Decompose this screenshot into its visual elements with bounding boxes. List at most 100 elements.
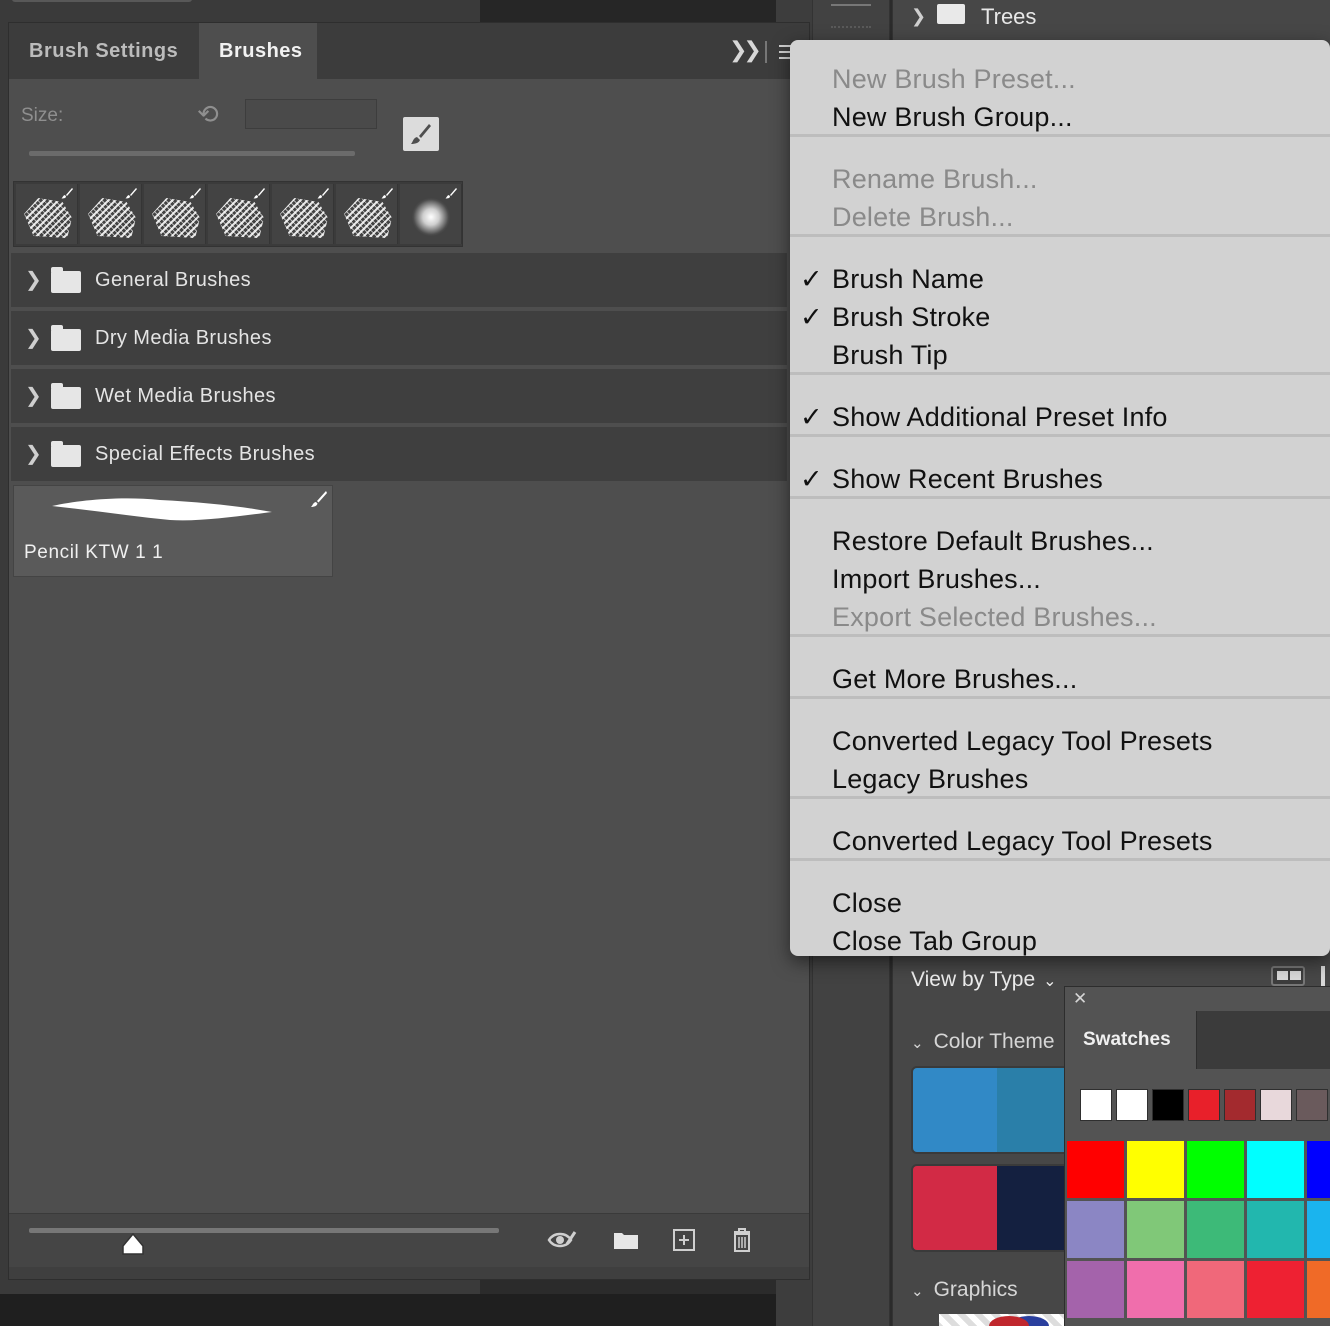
brush-preset-item[interactable]: Pencil KTW 1 1 [13,485,333,577]
dock-button[interactable] [831,0,871,6]
swatches-panel: ✕ Swatches [1064,986,1330,1326]
close-icon[interactable]: ✕ [1073,989,1087,1009]
color-swatch[interactable] [1187,1201,1244,1258]
recent-brush-thumbnail[interactable] [400,184,462,244]
color-swatch[interactable] [1067,1141,1124,1198]
folder-icon [937,4,965,24]
menu-item[interactable]: Get More Brushes... [832,664,1077,695]
chevron-right-icon[interactable]: ❯ [911,6,926,27]
menu-separator [790,496,1330,499]
brush-group-row[interactable]: ❯ General Brushes [11,253,787,309]
menu-item[interactable]: Converted Legacy Tool Presets [832,726,1213,757]
menu-item[interactable]: Show Recent Brushes [832,464,1103,495]
brush-group-row[interactable]: ❯ Dry Media Brushes [11,311,787,367]
new-group-folder-icon[interactable] [611,1226,641,1254]
chevron-down-icon: ⌄ [911,1283,924,1300]
brush-group-row[interactable]: ❯ Wet Media Brushes [11,369,787,425]
recent-brush-thumbnail[interactable] [16,184,78,244]
library-row-trees[interactable]: ❯ Trees [893,0,1330,36]
slider-thumb[interactable] [121,1232,145,1256]
section-color-themes[interactable]: ⌄ Color Theme [911,1030,1055,1054]
tab-swatches[interactable]: Swatches [1065,1011,1197,1069]
brush-group-label: General Brushes [95,269,252,291]
folder-icon [51,383,81,409]
recent-swatch[interactable] [1296,1089,1328,1121]
menu-item[interactable]: Converted Legacy Tool Presets [832,826,1213,857]
menu-item[interactable]: Restore Default Brushes... [832,526,1154,557]
color-swatch[interactable] [1127,1141,1184,1198]
color-swatch[interactable] [1247,1141,1304,1198]
menu-item[interactable]: New Brush Group... [832,102,1073,133]
recent-swatch[interactable] [1188,1089,1220,1121]
chevron-right-icon[interactable]: ❯ [25,267,42,292]
section-graphics[interactable]: ⌄ Graphics [911,1278,1018,1302]
color-swatch[interactable] [1187,1261,1244,1318]
create-new-brush-icon[interactable] [669,1226,699,1254]
brush-stroke-preview [52,498,272,521]
menu-separator [790,434,1330,437]
tab-brushes[interactable]: Brushes [199,23,317,79]
view-by-dropdown[interactable]: View by Type ⌄ [911,968,1057,992]
recent-brushes-strip [13,181,463,247]
menu-item: Rename Brush... [832,164,1038,194]
color-swatch[interactable] [1187,1141,1244,1198]
size-slider[interactable] [29,151,355,156]
menu-item[interactable]: Brush Name [832,264,984,295]
toggle-visibility-icon[interactable] [547,1226,577,1254]
menu-item[interactable]: Import Brushes... [832,564,1041,595]
color-swatch[interactable] [1247,1261,1304,1318]
recent-swatch[interactable] [1080,1089,1112,1121]
size-input[interactable] [245,99,377,129]
color-swatch[interactable] [1067,1261,1124,1318]
chevron-right-icon[interactable]: ❯ [25,383,42,408]
menu-item[interactable]: Brush Stroke [832,302,990,333]
recent-brush-thumbnail[interactable] [272,184,334,244]
brush-tip-preview [280,198,328,238]
theme-color [997,1068,1069,1152]
panel-resize-bar[interactable] [9,1267,809,1279]
reset-size-icon[interactable]: ⟲ [197,99,219,130]
color-swatch[interactable] [1127,1261,1184,1318]
tab-brush-settings[interactable]: Brush Settings [9,23,198,79]
grid-view-icon[interactable] [1271,966,1305,986]
color-swatch[interactable] [1127,1201,1184,1258]
color-theme-card[interactable] [911,1164,1071,1252]
menu-item[interactable]: Brush Tip [832,340,948,371]
recent-brush-thumbnail[interactable] [80,184,142,244]
menu-item[interactable]: Close [832,888,902,919]
size-label: Size: [21,105,64,126]
recent-swatch[interactable] [1224,1089,1256,1121]
brush-group-row[interactable]: ❯ Special Effects Brushes [11,427,787,483]
color-swatch[interactable] [1307,1261,1330,1318]
menu-separator [790,858,1330,861]
list-view-icon[interactable] [1321,966,1330,986]
brush-icon [61,188,73,199]
chevron-right-icon[interactable]: ❯ [25,325,42,350]
brush-icon [253,188,265,199]
menu-item[interactable]: Show Additional Preset Info [832,402,1168,433]
recent-brush-thumbnail[interactable] [336,184,398,244]
create-preset-button[interactable] [403,117,439,151]
menu-item[interactable]: Legacy Brushes [832,764,1028,795]
chevron-right-icon[interactable]: ❯ [25,441,42,466]
menu-item[interactable]: Close Tab Group [832,926,1037,956]
color-swatch[interactable] [1247,1201,1304,1258]
thumbnail-size-slider[interactable] [29,1228,499,1233]
recent-swatch[interactable] [1260,1089,1292,1121]
color-swatch[interactable] [1307,1141,1330,1198]
color-swatch[interactable] [1067,1201,1124,1258]
library-row-label: Trees [981,4,1037,29]
menu-separator [790,696,1330,699]
recent-swatch[interactable] [1116,1089,1148,1121]
graphic-thumbnail[interactable] [939,1314,1069,1326]
menu-separator [790,134,1330,137]
recent-brush-thumbnail[interactable] [208,184,270,244]
background-strip [480,0,776,22]
recent-swatch[interactable] [1152,1089,1184,1121]
recent-brush-thumbnail[interactable] [144,184,206,244]
dock-grip[interactable] [831,26,871,34]
collapse-panel-icon[interactable]: ❯❯ [729,37,762,63]
trash-icon[interactable] [727,1226,757,1254]
color-theme-card[interactable] [911,1066,1071,1154]
color-swatch[interactable] [1307,1201,1330,1258]
